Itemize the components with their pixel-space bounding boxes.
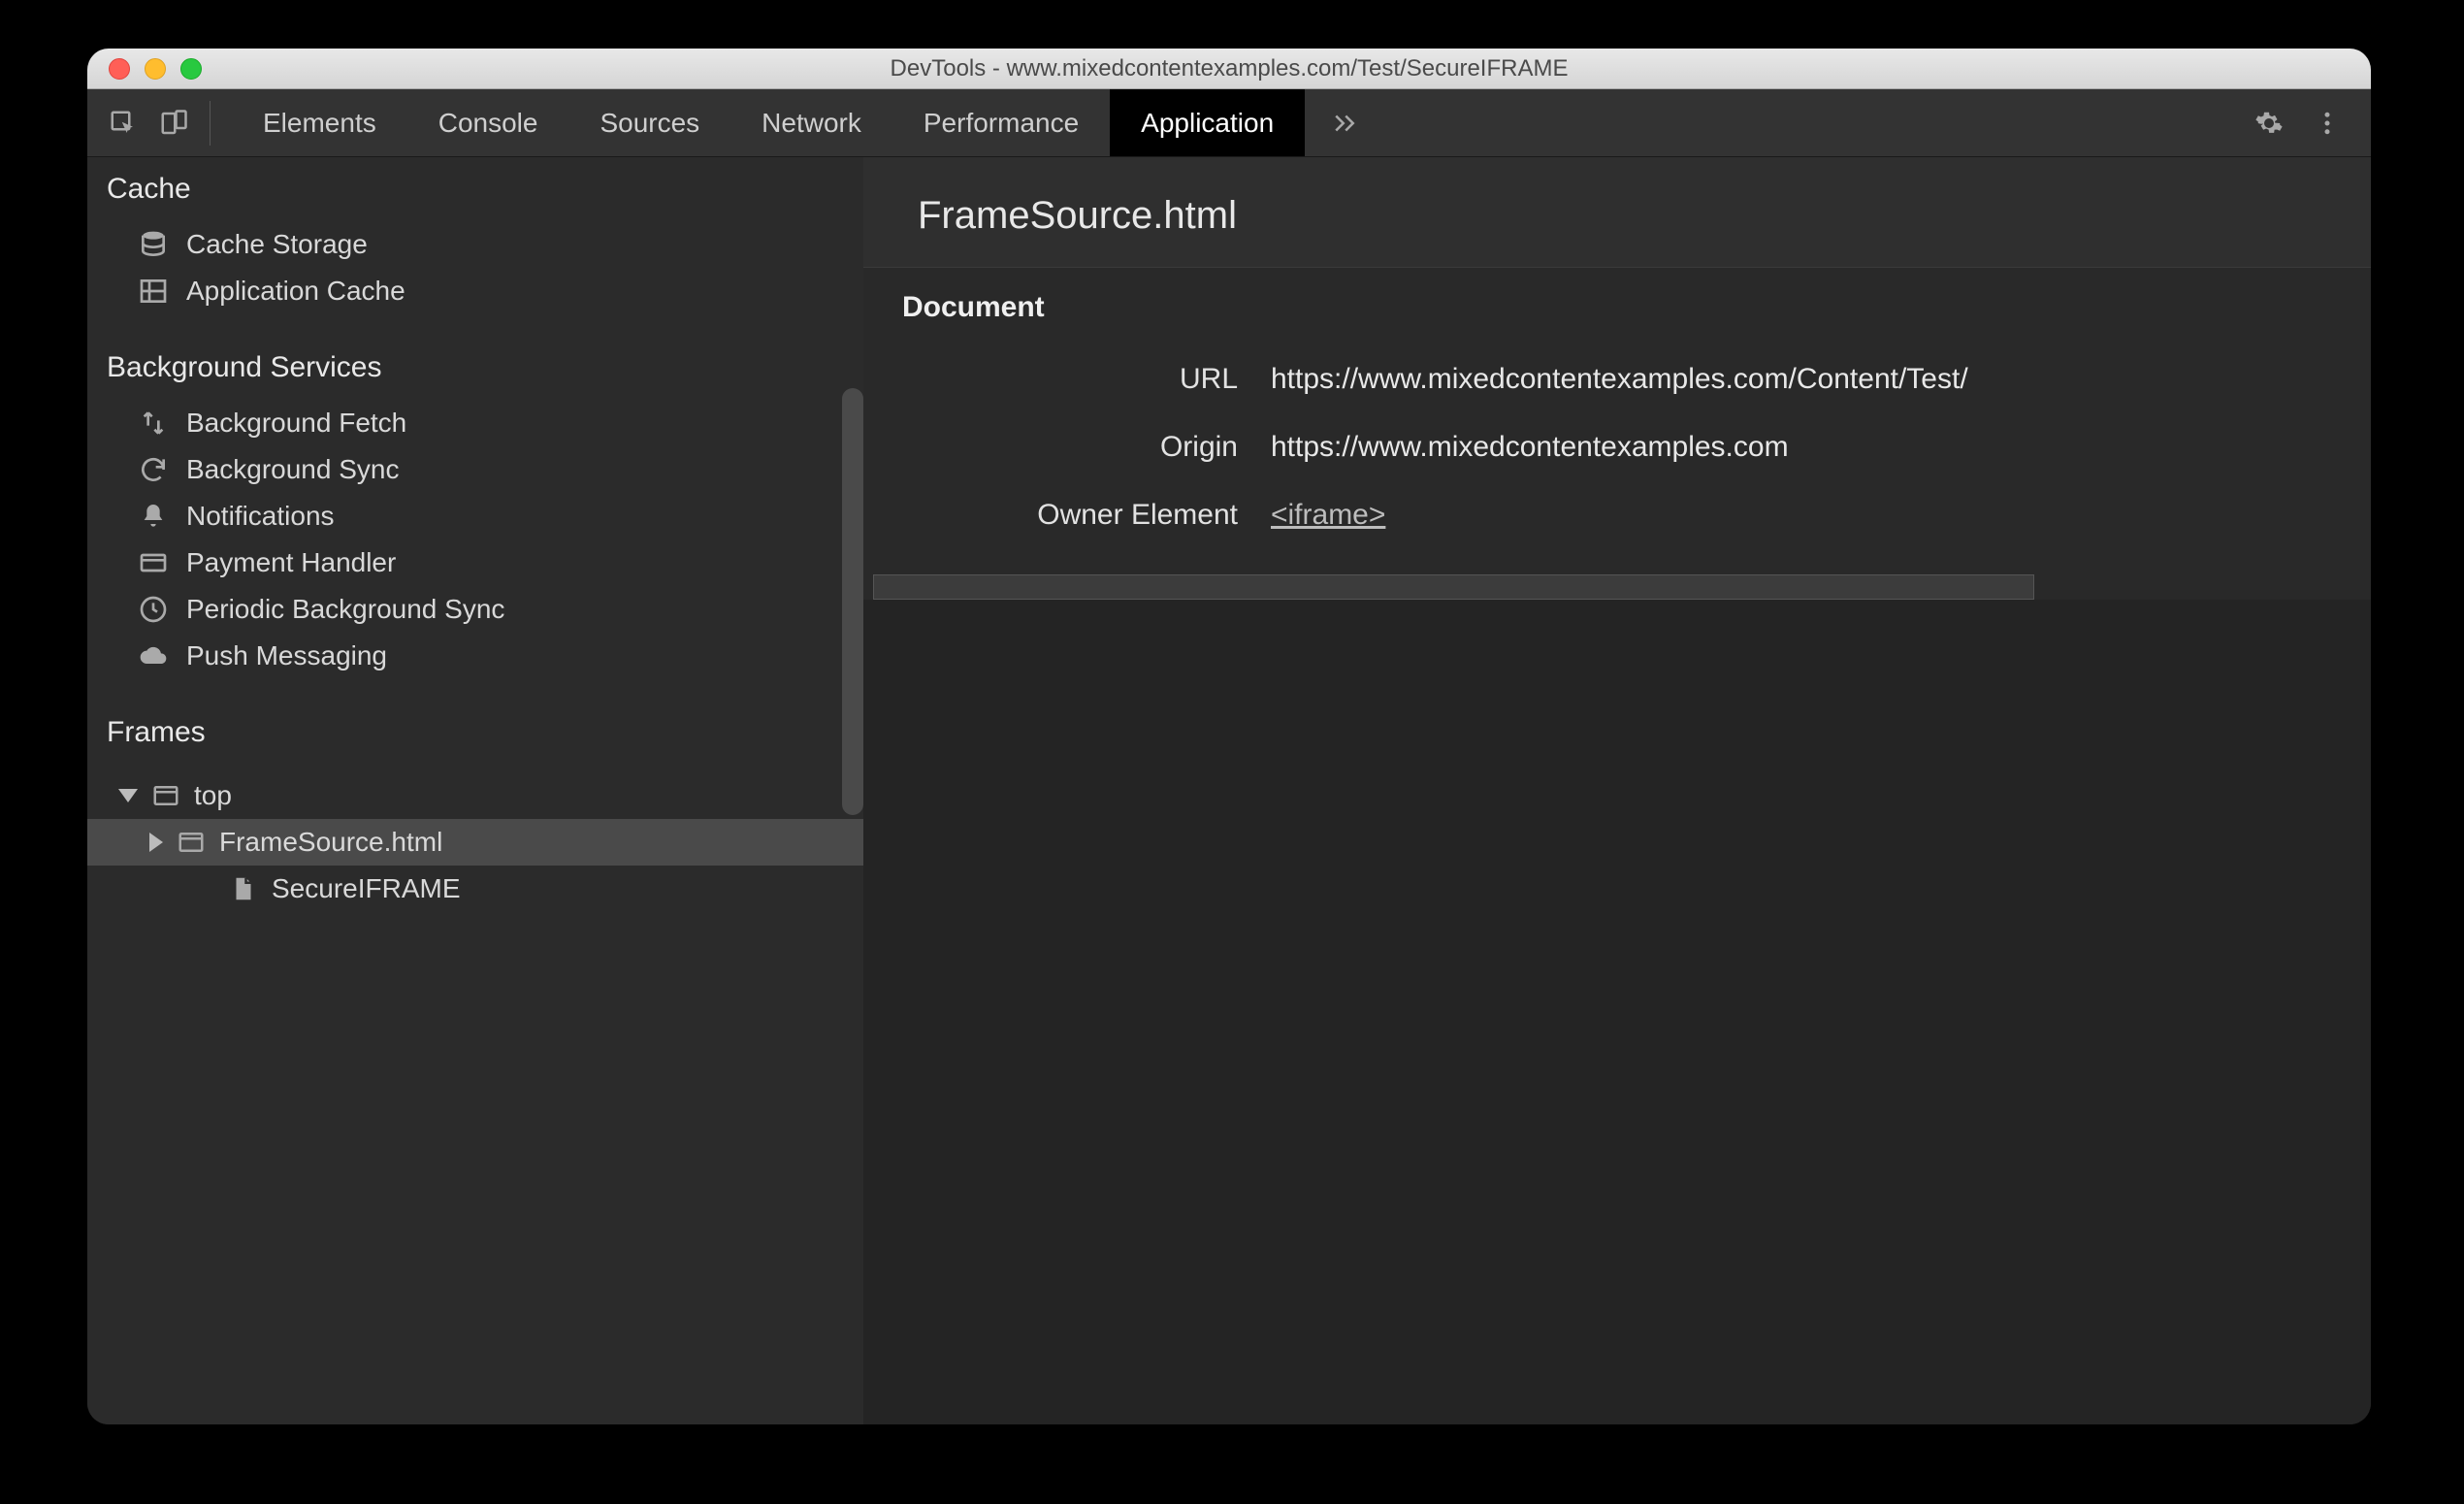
traffic-lights — [109, 58, 202, 80]
kebab-menu-icon[interactable] — [2313, 109, 2342, 138]
tree-label: top — [194, 780, 232, 811]
tree-row-top[interactable]: top — [87, 772, 863, 819]
tab-label: Network — [762, 108, 861, 139]
inspect-icon[interactable] — [109, 109, 138, 138]
row-value: https://www.mixedcontentexamples.com/Con… — [1271, 363, 2371, 396]
chevron-right-icon[interactable] — [149, 833, 163, 852]
sidebar-item-label: Periodic Background Sync — [186, 594, 504, 625]
cloud-icon — [138, 640, 169, 671]
tree-row-framesource[interactable]: FrameSource.html — [87, 819, 863, 866]
tab-left-icons — [87, 89, 232, 156]
chevron-down-icon[interactable] — [118, 789, 138, 802]
sidebar-item-label: Payment Handler — [186, 547, 396, 578]
scrollbar-thumb[interactable] — [873, 574, 2034, 600]
grid-icon — [138, 276, 169, 307]
sidebar-item-label: Notifications — [186, 501, 335, 532]
bell-icon — [138, 501, 169, 532]
titlebar: DevTools - www.mixedcontentexamples.com/… — [87, 49, 2371, 89]
window-icon — [151, 781, 180, 810]
tab-elements[interactable]: Elements — [232, 89, 407, 156]
frame-details-panel: FrameSource.html Document URL https://ww… — [863, 157, 2371, 1424]
sidebar-item-label: Cache Storage — [186, 229, 368, 260]
tab-network[interactable]: Network — [730, 89, 892, 156]
tree-label: SecureIFRAME — [272, 873, 461, 904]
sidebar-item-application-cache[interactable]: Application Cache — [87, 268, 863, 314]
tree-row-secureiframe[interactable]: SecureIFRAME — [87, 866, 863, 912]
sidebar-item-label: Background Fetch — [186, 408, 406, 439]
refresh-icon — [138, 454, 169, 485]
sidebar-item-payment-handler[interactable]: Payment Handler — [87, 539, 863, 586]
application-sidebar: Cache Cache Storage Application Cache Ba… — [87, 157, 863, 1424]
devtools-window: DevTools - www.mixedcontentexamples.com/… — [87, 49, 2371, 1424]
row-owner-element: Owner Element <iframe> — [863, 481, 2371, 549]
sidebar-item-label: Background Sync — [186, 454, 399, 485]
sidebar-section-title: Frames — [87, 701, 863, 765]
divider — [210, 101, 211, 146]
sidebar-item-notifications[interactable]: Notifications — [87, 493, 863, 539]
tab-strip: Elements Console Sources Network Perform… — [87, 89, 2371, 157]
row-key: URL — [863, 363, 1271, 396]
tabs-overflow-button[interactable] — [1305, 89, 1384, 156]
zoom-window-button[interactable] — [180, 58, 202, 80]
sidebar-section-title: Background Services — [87, 336, 863, 400]
panel-body: Cache Cache Storage Application Cache Ba… — [87, 157, 2371, 1424]
horizontal-scrollbar[interactable] — [873, 574, 2361, 600]
window-title: DevTools - www.mixedcontentexamples.com/… — [87, 55, 2371, 82]
database-icon — [138, 229, 169, 260]
frame-heading: FrameSource.html — [863, 157, 2371, 268]
close-window-button[interactable] — [109, 58, 130, 80]
sidebar-item-push-messaging[interactable]: Push Messaging — [87, 633, 863, 679]
frames-tree: top FrameSource.html SecureIFRAME — [87, 765, 863, 912]
row-key: Origin — [863, 431, 1271, 464]
row-url: URL https://www.mixedcontentexamples.com… — [863, 345, 2371, 413]
gear-icon[interactable] — [2254, 109, 2284, 138]
tab-label: Performance — [924, 108, 1079, 139]
tab-label: Sources — [600, 108, 699, 139]
tree-label: FrameSource.html — [219, 827, 442, 858]
tab-performance[interactable]: Performance — [892, 89, 1110, 156]
sidebar-item-background-fetch[interactable]: Background Fetch — [87, 400, 863, 446]
window-icon — [177, 828, 206, 857]
sidebar-item-background-sync[interactable]: Background Sync — [87, 446, 863, 493]
sidebar-item-label: Application Cache — [186, 276, 405, 307]
tab-label: Application — [1141, 108, 1274, 139]
file-icon — [229, 874, 258, 903]
tab-console[interactable]: Console — [407, 89, 569, 156]
sidebar-item-periodic-background-sync[interactable]: Periodic Background Sync — [87, 586, 863, 633]
sidebar-item-cache-storage[interactable]: Cache Storage — [87, 221, 863, 268]
sidebar-scrollbar-thumb[interactable] — [842, 388, 863, 815]
tab-label: Elements — [263, 108, 376, 139]
tab-label: Console — [438, 108, 538, 139]
card-icon — [138, 547, 169, 578]
row-value: https://www.mixedcontentexamples.com — [1271, 431, 2371, 464]
row-origin: Origin https://www.mixedcontentexamples.… — [863, 413, 2371, 481]
document-section-title: Document — [863, 268, 2371, 345]
minimize-window-button[interactable] — [145, 58, 166, 80]
owner-element-link[interactable]: <iframe> — [1271, 499, 1385, 531]
device-toggle-icon[interactable] — [159, 109, 188, 138]
sidebar-section-title: Cache — [87, 157, 863, 221]
tab-application[interactable]: Application — [1110, 89, 1305, 156]
updown-icon — [138, 408, 169, 439]
sidebar-item-label: Push Messaging — [186, 640, 387, 671]
chevron-double-right-icon — [1330, 109, 1359, 138]
tab-sources[interactable]: Sources — [568, 89, 730, 156]
clock-icon — [138, 594, 169, 625]
row-key: Owner Element — [863, 499, 1271, 532]
